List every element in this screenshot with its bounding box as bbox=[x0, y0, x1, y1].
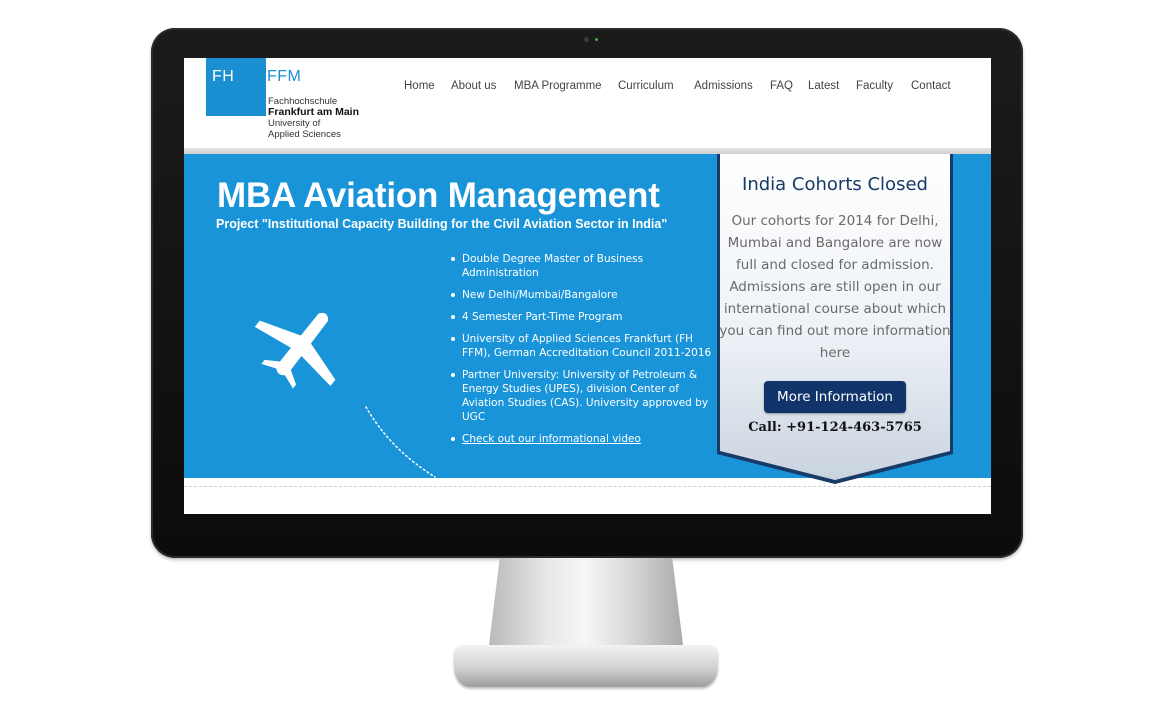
list-item: 4 Semester Part-Time Program bbox=[448, 310, 718, 324]
list-item: New Delhi/Mumbai/Bangalore bbox=[448, 288, 718, 302]
nav-faq[interactable]: FAQ bbox=[770, 80, 793, 92]
monitor-stand-neck bbox=[488, 558, 684, 653]
nav-admissions[interactable]: Admissions bbox=[694, 80, 753, 92]
nav-latest[interactable]: Latest bbox=[808, 80, 839, 92]
call-phone-number[interactable]: Call: +91-124-463-5765 bbox=[714, 420, 956, 435]
nav-home[interactable]: Home bbox=[404, 80, 435, 92]
website-screen: FH FFM Fachhochschule Frankfurt am Main … bbox=[184, 58, 991, 514]
webcam-led bbox=[595, 38, 598, 41]
video-link[interactable]: Check out our informational video bbox=[462, 433, 641, 445]
list-item-video: Check out our informational video bbox=[448, 432, 718, 446]
nav-mba-programme[interactable]: MBA Programme bbox=[514, 80, 602, 92]
programme-highlights: Double Degree Master of Business Adminis… bbox=[448, 252, 718, 454]
banner-body: Our cohorts for 2014 for Delhi, Mumbai a… bbox=[719, 213, 951, 361]
more-information-button[interactable]: More Information bbox=[764, 381, 906, 413]
monitor-stand-base bbox=[454, 645, 718, 687]
hero-title: MBA Aviation Management bbox=[217, 176, 660, 215]
logo-ffm[interactable]: FFM bbox=[267, 68, 301, 86]
logo-square[interactable] bbox=[206, 58, 266, 116]
list-item: Double Degree Master of Business Adminis… bbox=[448, 252, 718, 280]
footer-divider bbox=[184, 486, 991, 487]
logo-fh[interactable]: FH bbox=[212, 68, 234, 86]
airplane-icon bbox=[254, 312, 436, 478]
site-header: FH FFM Fachhochschule Frankfurt am Main … bbox=[184, 58, 991, 150]
nav-curriculum[interactable]: Curriculum bbox=[618, 80, 674, 92]
nav-about-us[interactable]: About us bbox=[451, 80, 496, 92]
logo-line-2: Frankfurt am Main bbox=[268, 106, 360, 118]
logo-wordmark: Fachhochschule Frankfurt am Main Univers… bbox=[268, 96, 359, 140]
nav-contact[interactable]: Contact bbox=[911, 80, 951, 92]
webcam-icon bbox=[584, 37, 589, 42]
cohorts-banner: India Cohorts Closed Our cohorts for 201… bbox=[714, 154, 956, 486]
list-item: University of Applied Sciences Frankfurt… bbox=[448, 332, 718, 360]
logo-line-3: University of bbox=[268, 118, 321, 129]
banner-title: India Cohorts Closed bbox=[742, 174, 928, 195]
list-item: Partner University: University of Petrol… bbox=[448, 368, 718, 424]
hero-subtitle: Project "Institutional Capacity Building… bbox=[216, 217, 668, 231]
logo-line-4: Applied Sciences bbox=[268, 129, 341, 140]
nav-faculty[interactable]: Faculty bbox=[856, 80, 893, 92]
